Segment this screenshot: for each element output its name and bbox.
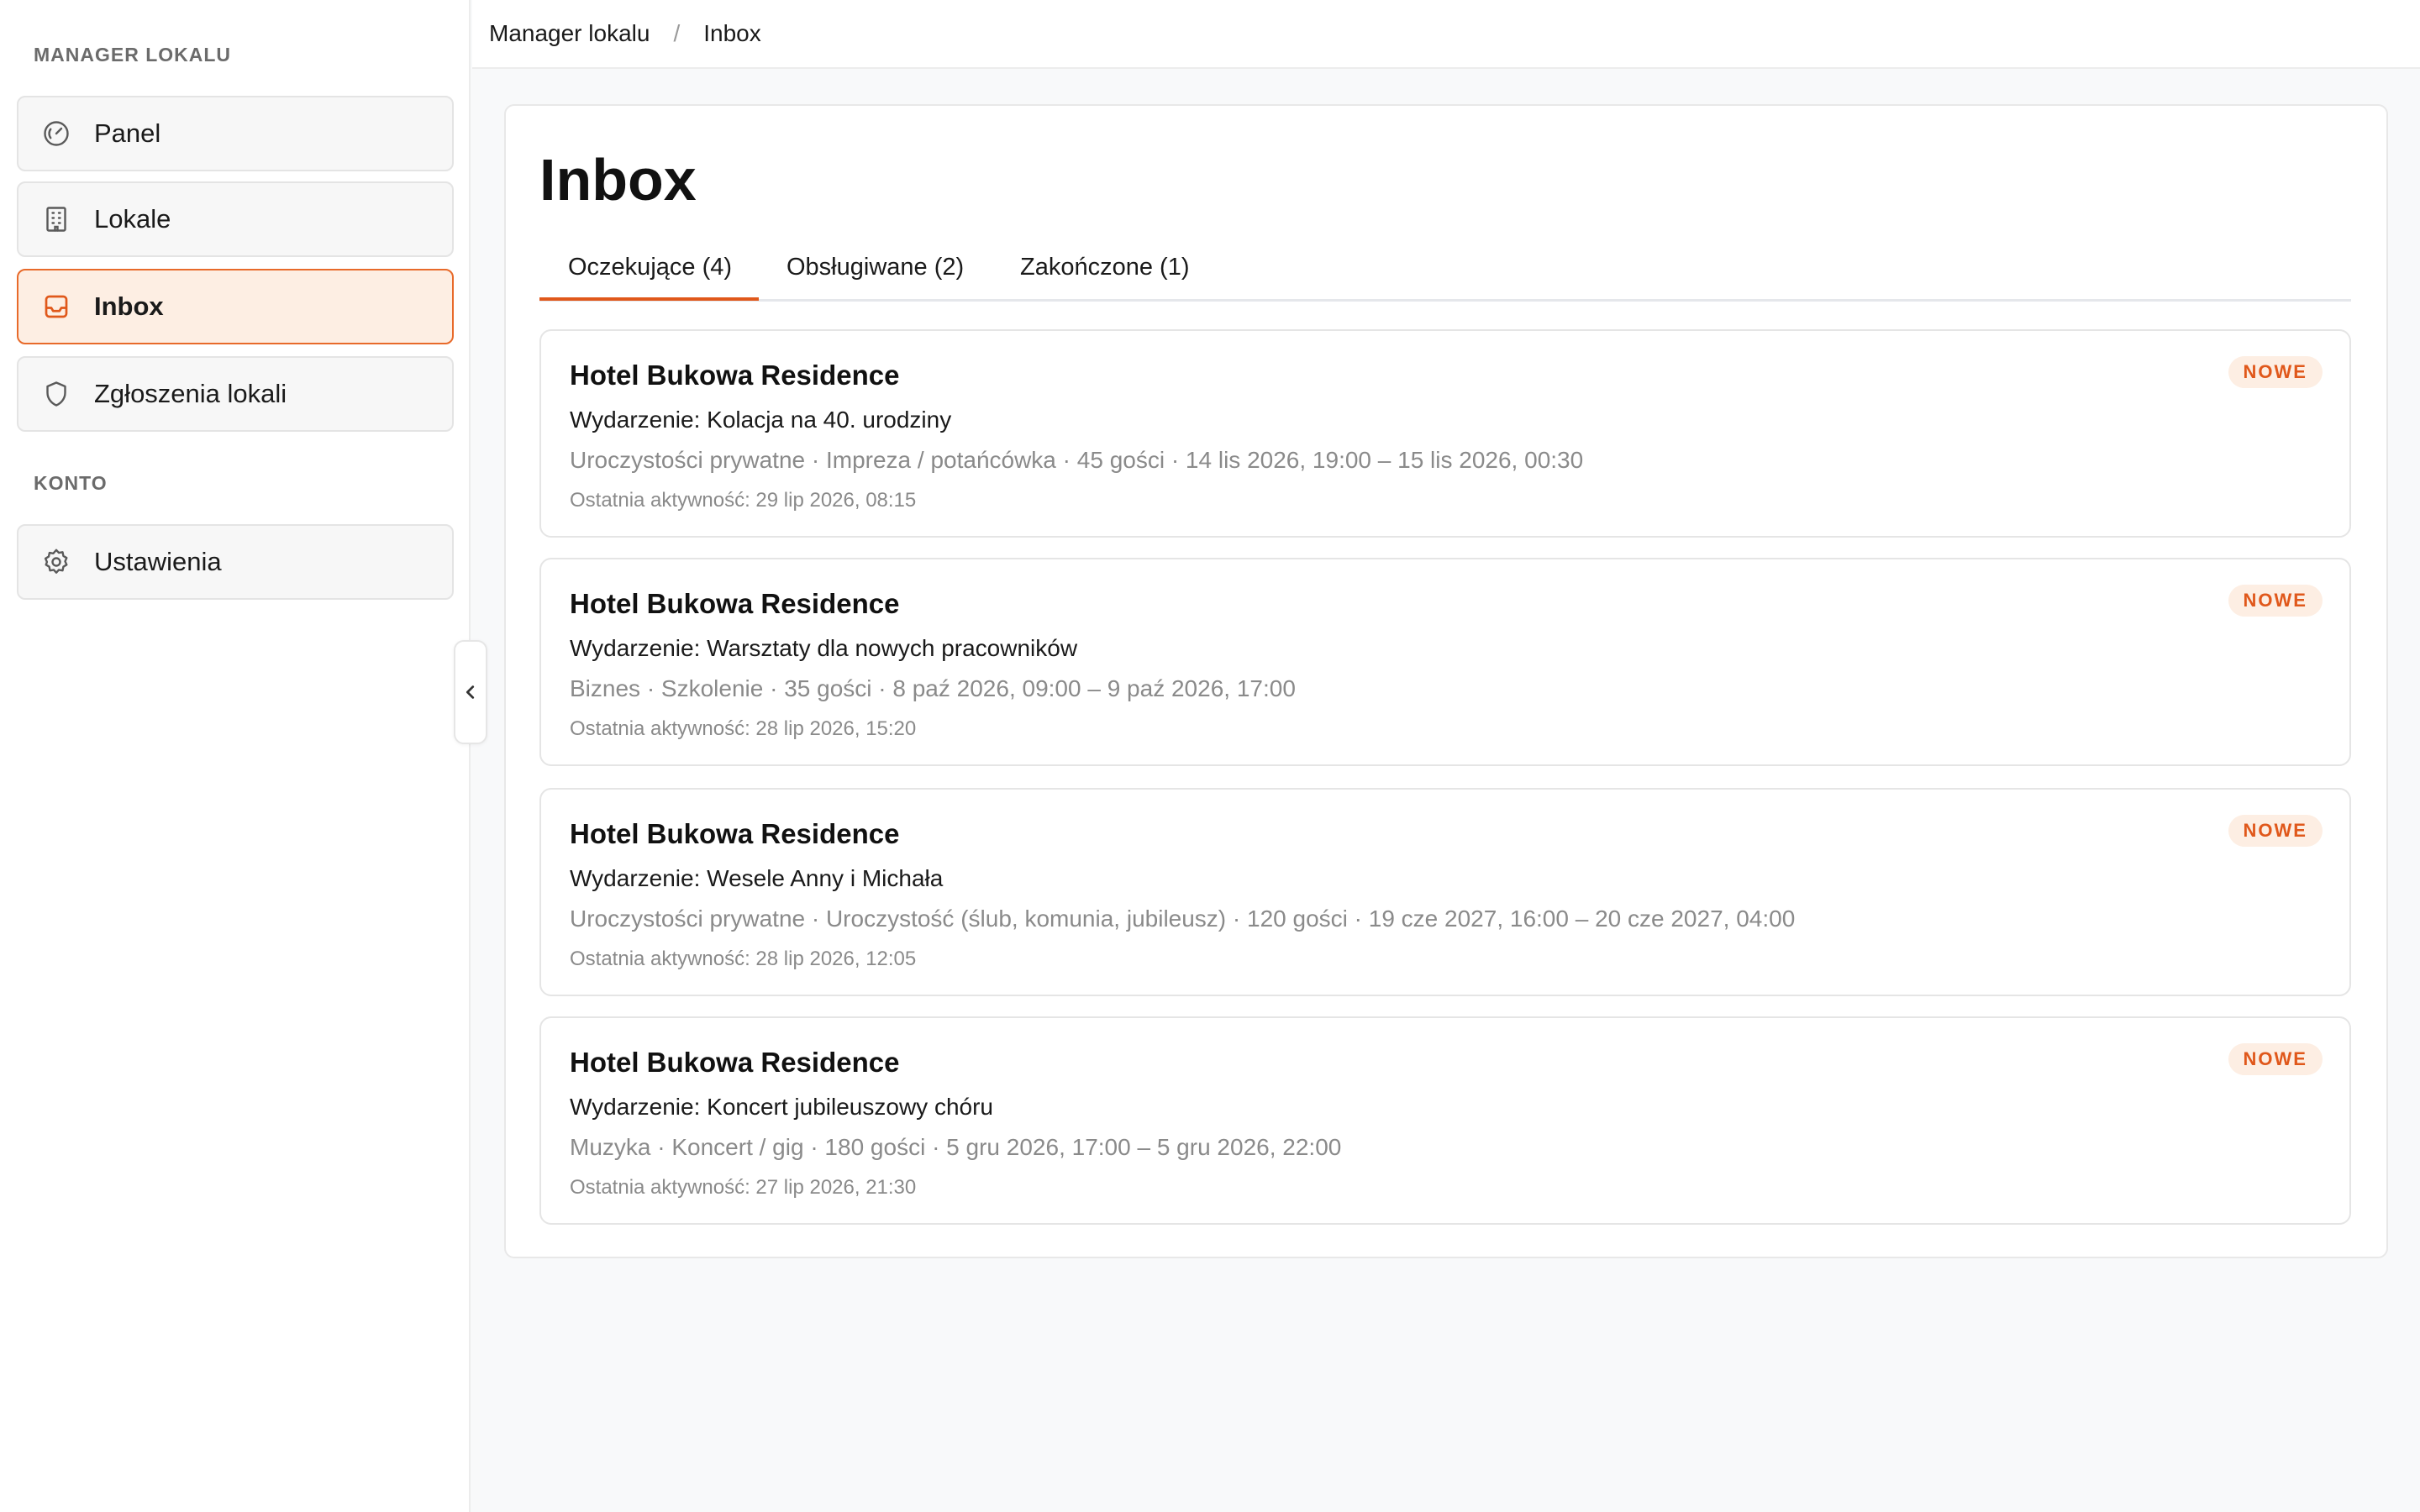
request-last-activity: Ostatnia aktywność: 29 lip 2026, 08:15 [570,489,917,512]
request-event: Wydarzenie: Koncert jubileuszowy chóru [570,1094,993,1120]
sidebar-item-panel[interactable]: Panel [17,96,454,171]
section-label-account: KONTO [34,472,108,494]
request-details: Uroczystości prywatne · Uroczystość (ślu… [570,906,1796,932]
tab-oczekujace[interactable]: Oczekujące (4) [539,245,760,301]
request-last-activity: Ostatnia aktywność: 28 lip 2026, 15:20 [570,717,917,740]
building-icon [40,203,72,235]
status-badge: NOWE [2228,1043,2323,1075]
request-details: Biznes · Szkolenie · 35 gości · 8 paź 20… [570,675,1296,701]
gear-icon [40,546,72,578]
inbox-icon [40,291,72,323]
sidebar-item-label: Zgłoszenia lokali [94,379,287,408]
breadcrumb-separator: / [673,20,681,46]
request-card[interactable]: Hotel Bukowa Residence Wydarzenie: Wesel… [539,788,2351,996]
status-badge: NOWE [2228,356,2323,388]
request-details: Uroczystości prywatne · Impreza / potańc… [570,447,1584,473]
request-details: Muzyka · Koncert / gig · 180 gości · 5 g… [570,1134,1342,1160]
status-badge: NOWE [2228,585,2323,617]
sidebar-item-label: Ustawienia [94,547,222,576]
breadcrumb-root[interactable]: Manager lokalu [489,20,650,47]
tab-obslugiwane[interactable]: Obsługiwane (2) [786,245,964,301]
page-title: Inbox [539,147,697,213]
request-venue: Hotel Bukowa Residence [570,1047,900,1078]
sidebar-item-ustawienia[interactable]: Ustawienia [17,524,454,600]
request-card[interactable]: Hotel Bukowa Residence Wydarzenie: Kolac… [539,329,2351,538]
sidebar-item-inbox[interactable]: Inbox [17,269,454,344]
sidebar-item-zgloszenia[interactable]: Zgłoszenia lokali [17,356,454,432]
sidebar-item-lokale[interactable]: Lokale [17,181,454,257]
request-event: Wydarzenie: Warsztaty dla nowych pracown… [570,635,1078,661]
section-label-manager: MANAGER LOKALU [34,44,232,66]
sidebar: MANAGER LOKALU Panel Lokale Inbox Zgłosz… [0,0,471,1512]
chevron-left-icon [466,685,475,699]
request-venue: Hotel Bukowa Residence [570,588,900,619]
tab-zakonczone[interactable]: Zakończone (1) [1020,245,1190,301]
request-event: Wydarzenie: Wesele Anny i Michała [570,865,944,891]
request-last-activity: Ostatnia aktywność: 27 lip 2026, 21:30 [570,1176,917,1199]
request-event: Wydarzenie: Kolacja na 40. urodziny [570,407,952,433]
shield-icon [40,378,72,410]
breadcrumb: Manager lokalu / Inbox [472,0,2420,69]
gauge-icon [40,118,72,150]
request-venue: Hotel Bukowa Residence [570,360,900,391]
request-last-activity: Ostatnia aktywność: 28 lip 2026, 12:05 [570,948,917,970]
breadcrumb-current: Inbox [703,20,761,46]
sidebar-item-label: Panel [94,118,161,148]
request-card[interactable]: Hotel Bukowa Residence Wydarzenie: Warsz… [539,558,2351,766]
sidebar-item-label: Inbox [94,291,164,321]
request-card[interactable]: Hotel Bukowa Residence Wydarzenie: Konce… [539,1016,2351,1225]
collapse-sidebar-button[interactable] [454,640,487,744]
sidebar-item-label: Lokale [94,204,171,234]
request-venue: Hotel Bukowa Residence [570,818,900,849]
inbox-panel: Inbox Oczekujące (4) Obsługiwane (2) Zak… [504,104,2388,1258]
status-badge: NOWE [2228,815,2323,847]
